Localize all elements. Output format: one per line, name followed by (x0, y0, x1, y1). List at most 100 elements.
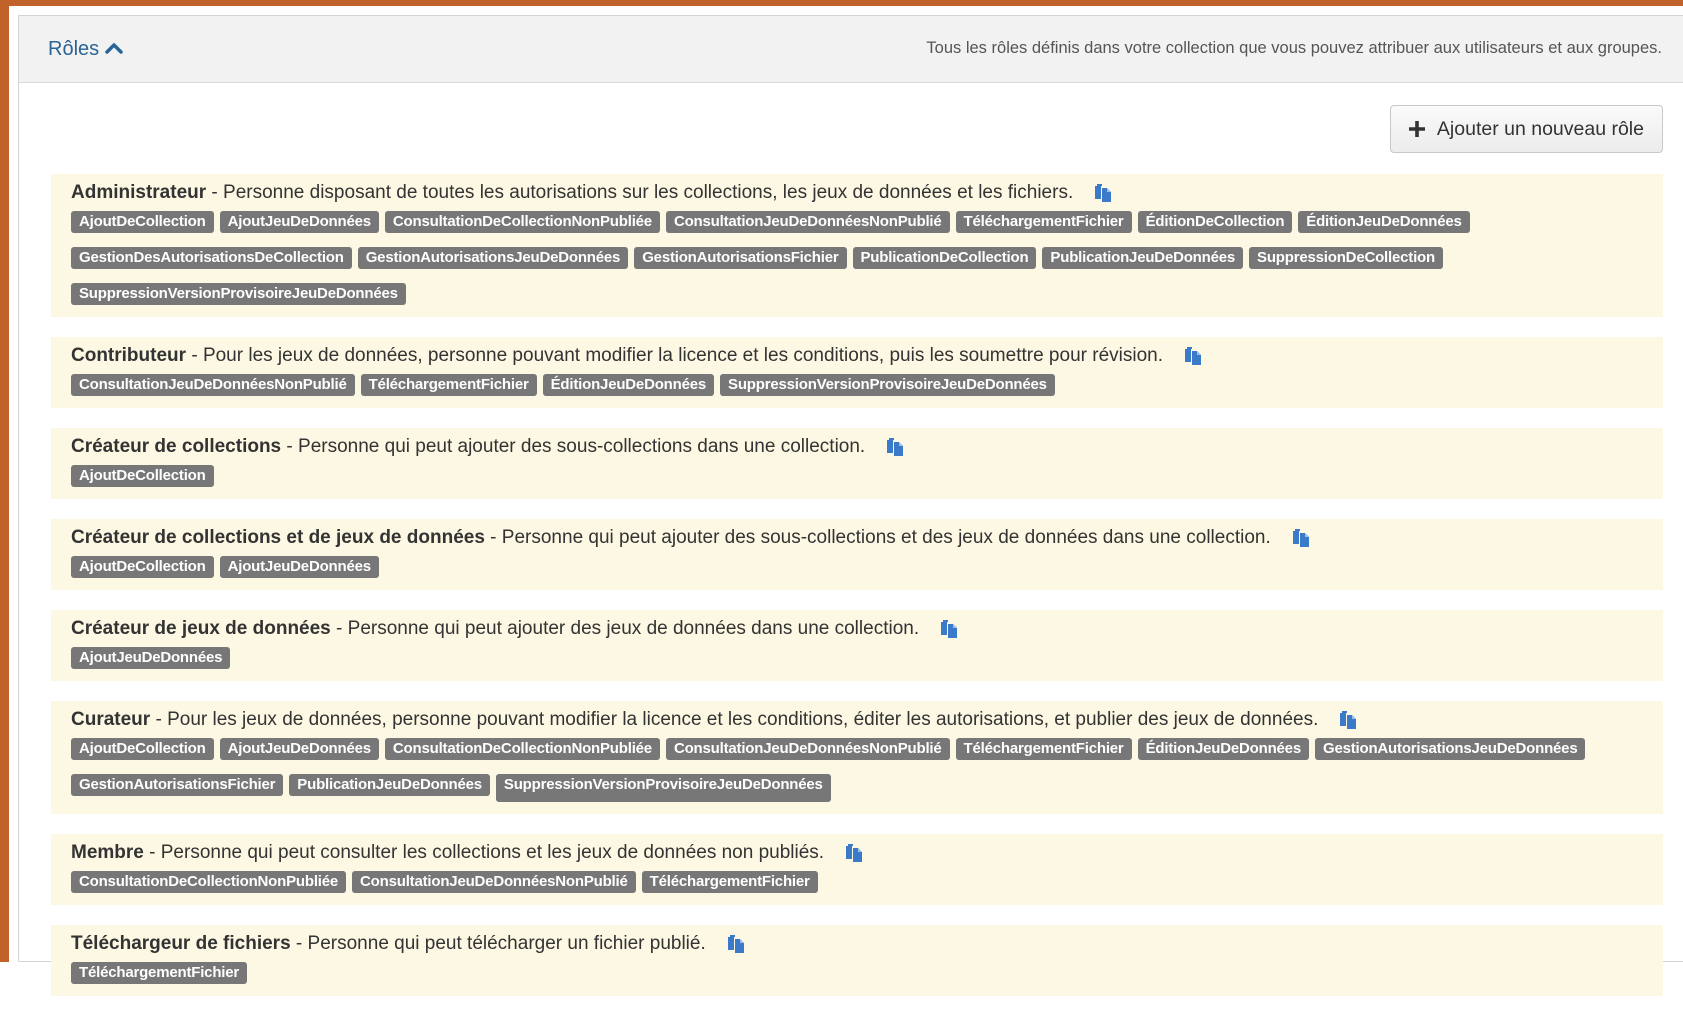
copy-icon[interactable] (726, 934, 746, 954)
permission-badge: ÉditionJeuDeDonnées (1137, 738, 1309, 760)
role-description: Pour les jeux de données, personne pouva… (167, 709, 1319, 730)
role-name: Membre (71, 842, 144, 863)
roles-panel: Rôles Tous les rôles définis dans votre … (18, 15, 1683, 996)
role-separator: - (330, 618, 348, 639)
permission-badge: SuppressionVersionProvisoireJeuDeDonnées (720, 374, 1055, 396)
permission-badge: AjoutDeCollection (71, 556, 214, 578)
permission-badge: GestionAutorisationsJeuDeDonnées (1314, 738, 1586, 760)
permission-badge: AjoutDeCollection (71, 211, 214, 233)
permission-badge: TéléchargementFichier (955, 738, 1132, 760)
panel-header: Rôles Tous les rôles définis dans votre … (19, 16, 1683, 83)
role-description: Personne disposant de toutes les autoris… (223, 182, 1074, 203)
permission-badge: TéléchargementFichier (360, 374, 537, 396)
role-item: Membre - Personne qui peut consulter les… (51, 834, 1663, 905)
role-description: Pour les jeux de données, personne pouva… (202, 345, 1163, 366)
copy-icon[interactable] (939, 619, 959, 639)
permission-tags: AjoutDeCollection (71, 463, 1643, 493)
outer-frame: Rôles Tous les rôles définis dans votre … (0, 0, 1683, 996)
permission-badge: SuppressionDeCollection (1249, 247, 1443, 269)
role-name: Créateur de collections et de jeux de do… (71, 527, 485, 548)
panel-title-label: Rôles (48, 38, 100, 60)
permission-badge: SuppressionVersionProvisoireJeuDeDonnées (495, 774, 831, 802)
role-item: Contributeur - Pour les jeux de données,… (51, 337, 1663, 408)
roles-toggle[interactable]: Rôles (48, 38, 123, 61)
role-separator: - (484, 527, 502, 548)
add-role-button[interactable]: Ajouter un nouveau rôle (1389, 105, 1663, 153)
permission-badge: GestionDesAutorisationsDeCollection (71, 247, 352, 269)
role-header: Créateur de jeux de données - Personne q… (71, 616, 1643, 642)
permission-badge: ConsultationJeuDeDonnéesNonPublié (665, 738, 950, 760)
role-name: Téléchargeur de fichiers (71, 933, 291, 954)
role-header: Créateur de collections et de jeux de do… (71, 525, 1643, 551)
permission-badge: ConsultationDeCollectionNonPubliée (384, 738, 660, 760)
permission-tags: AjoutJeuDeDonnées (71, 645, 1643, 675)
role-item: Téléchargeur de fichiers - Personne qui … (51, 925, 1663, 996)
copy-icon[interactable] (1183, 346, 1203, 366)
copy-icon[interactable] (1338, 710, 1358, 730)
plus-icon (1407, 119, 1427, 139)
permission-badge: ConsultationDeCollectionNonPubliée (71, 871, 347, 893)
role-separator: - (206, 182, 224, 203)
permission-badge: AjoutJeuDeDonnées (219, 738, 379, 760)
copy-icon[interactable] (1291, 528, 1311, 548)
role-item: Créateur de jeux de données - Personne q… (51, 610, 1663, 681)
role-separator: - (281, 436, 299, 457)
role-header: Membre - Personne qui peut consulter les… (71, 840, 1643, 866)
permission-badge: ConsultationJeuDeDonnéesNonPublié (352, 871, 636, 893)
role-header: Curateur - Pour les jeux de données, per… (71, 707, 1643, 733)
role-name: Créateur de jeux de données (71, 618, 331, 639)
role-item: Créateur de collections - Personne qui p… (51, 428, 1663, 499)
role-item: Créateur de collections et de jeux de do… (51, 519, 1663, 590)
permission-badge: GestionAutorisationsFichier (634, 247, 847, 269)
permission-tags: AjoutDeCollection AjoutJeuDeDonnées (71, 554, 1643, 584)
role-separator: - (290, 933, 308, 954)
panel-description: Tous les rôles définis dans votre collec… (926, 39, 1662, 57)
permission-tags: ConsultationJeuDeDonnéesNonPublié Télécha… (71, 372, 1643, 402)
permission-badge: TéléchargementFichier (71, 962, 248, 984)
role-description: Personne qui peut consulter les collecti… (160, 842, 825, 863)
role-name: Administrateur (71, 182, 207, 203)
role-item: Administrateur - Personne disposant de t… (51, 174, 1663, 317)
permission-tags: AjoutDeCollection AjoutJeuDeDonnées Consul… (71, 736, 1643, 808)
role-description: Personne qui peut télécharger un fichier… (307, 933, 706, 954)
permission-badge: ÉditionDeCollection (1137, 211, 1293, 233)
permission-tags: ConsultationDeCollectionNonPubliée Consul… (71, 869, 1643, 899)
permission-badge: AjoutJeuDeDonnées (219, 211, 379, 233)
permission-badge: ConsultationJeuDeDonnéesNonPublié (71, 374, 355, 396)
role-description: Personne qui peut ajouter des sous-colle… (298, 436, 866, 457)
role-description: Personne qui peut ajouter des sous-colle… (501, 527, 1271, 548)
permission-badge: PublicationJeuDeDonnées (1042, 247, 1244, 269)
permission-badge: ÉditionJeuDeDonnées (1298, 211, 1470, 233)
permission-badge: SuppressionVersionProvisoireJeuDeDonnées (71, 283, 406, 305)
role-description: Personne qui peut ajouter des jeux de do… (347, 618, 920, 639)
copy-icon[interactable] (1093, 183, 1113, 203)
permission-tags: AjoutDeCollection AjoutJeuDeDonnées Consul… (71, 209, 1643, 311)
permission-badge: TéléchargementFichier (955, 211, 1132, 233)
role-separator: - (150, 709, 168, 730)
role-name: Créateur de collections (71, 436, 282, 457)
role-header: Téléchargeur de fichiers - Personne qui … (71, 931, 1643, 957)
role-separator: - (143, 842, 161, 863)
copy-icon[interactable] (844, 843, 864, 863)
role-separator: - (186, 345, 203, 366)
permission-badge: ÉditionJeuDeDonnées (542, 374, 715, 396)
copy-icon[interactable] (885, 437, 905, 457)
permission-tags: TéléchargementFichier (71, 960, 1643, 990)
role-header: Contributeur - Pour les jeux de données,… (71, 343, 1643, 369)
role-name: Curateur (71, 709, 151, 730)
permission-badge: TéléchargementFichier (641, 871, 818, 893)
role-item: Curateur - Pour les jeux de données, per… (51, 701, 1663, 814)
permission-badge: AjoutJeuDeDonnées (219, 556, 379, 578)
permission-badge: GestionAutorisationsFichier (71, 774, 284, 796)
permission-badge: GestionAutorisationsJeuDeDonnées (357, 247, 629, 269)
permission-badge: PublicationDeCollection (852, 247, 1037, 269)
permission-badge: PublicationJeuDeDonnées (289, 774, 490, 796)
role-header: Créateur de collections - Personne qui p… (71, 434, 1643, 460)
permission-badge: AjoutDeCollection (71, 738, 214, 760)
role-name: Contributeur (71, 345, 187, 366)
chevron-up-icon (105, 38, 123, 61)
role-header: Administrateur - Personne disposant de t… (71, 180, 1643, 206)
permission-badge: ConsultationDeCollectionNonPubliée (384, 211, 660, 233)
permission-badge: AjoutDeCollection (71, 465, 214, 487)
permission-badge: ConsultationJeuDeDonnéesNonPublié (665, 211, 950, 233)
